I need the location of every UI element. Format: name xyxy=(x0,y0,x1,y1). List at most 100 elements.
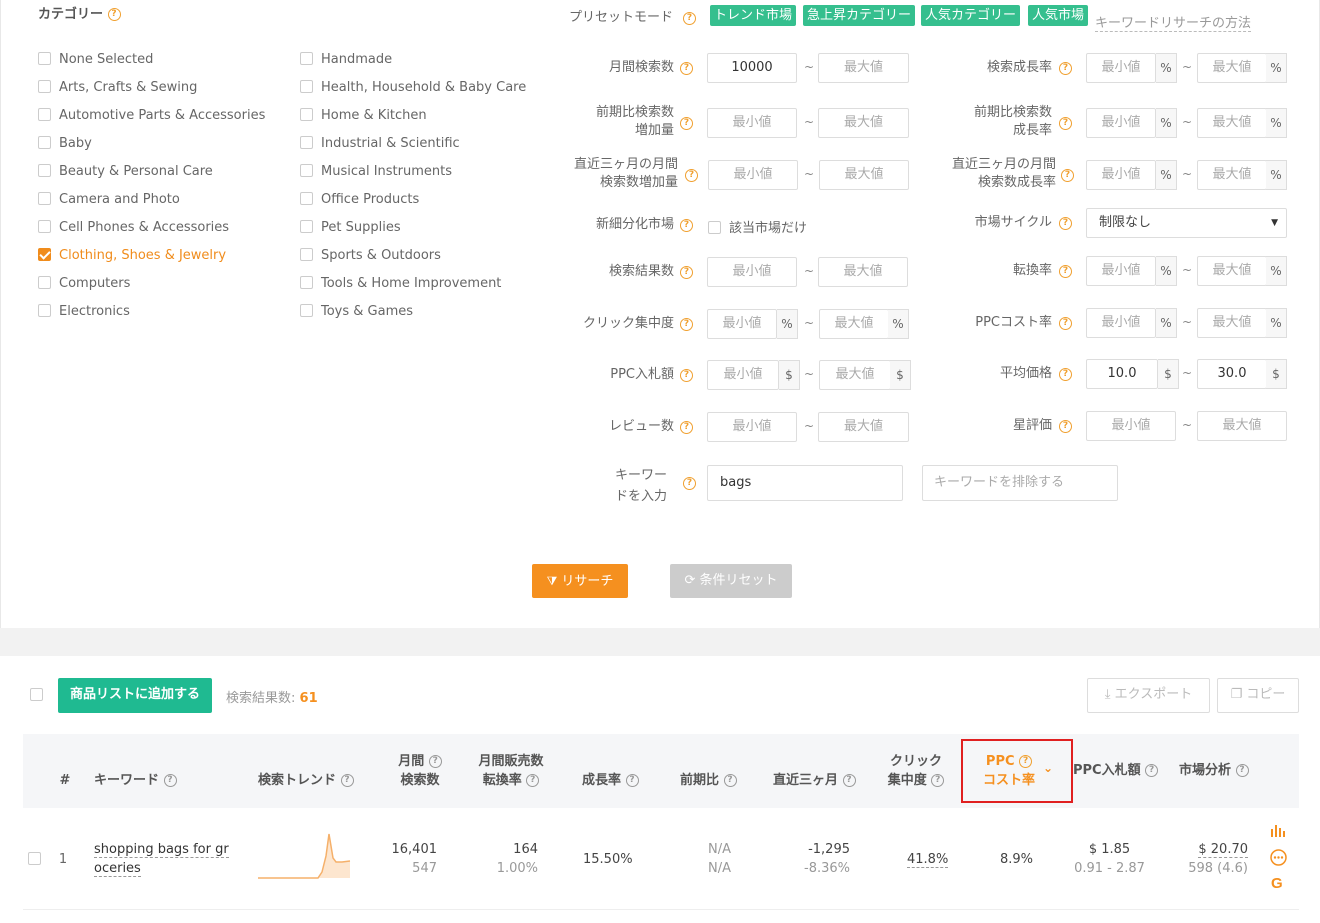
help-icon[interactable]: ? xyxy=(1061,169,1074,182)
research-help-link[interactable]: キーワードリサーチの方法 xyxy=(1095,12,1252,32)
checkbox-checked-icon[interactable] xyxy=(38,248,51,261)
category-handmade[interactable]: Handmade xyxy=(300,52,526,80)
category-baby[interactable]: Baby xyxy=(38,136,265,164)
checkbox-icon[interactable] xyxy=(708,221,721,234)
category-cellphones[interactable]: Cell Phones & Accessories xyxy=(38,220,265,248)
category-pet[interactable]: Pet Supplies xyxy=(300,220,526,248)
preset-tag-popular-category[interactable]: 人気カテゴリー xyxy=(921,5,1021,26)
help-icon[interactable]: ? xyxy=(1059,117,1072,130)
category-electronics[interactable]: Electronics xyxy=(38,304,265,332)
checkbox-icon[interactable] xyxy=(300,108,313,121)
help-icon[interactable]: ? xyxy=(1145,764,1159,777)
help-icon[interactable]: ? xyxy=(107,8,121,21)
checkbox-icon[interactable] xyxy=(38,136,51,149)
preset-tag-rising[interactable]: 急上昇カテゴリー xyxy=(803,5,916,26)
star-rating-min-input[interactable]: 最小値 xyxy=(1086,411,1176,441)
search-growth-max-input[interactable]: 最大値 xyxy=(1197,53,1267,83)
col-keyword[interactable]: キーワード ? xyxy=(94,771,177,790)
checkbox-icon[interactable] xyxy=(300,80,313,93)
bar-chart-icon[interactable] xyxy=(1270,823,1286,837)
category-toys[interactable]: Toys & Games xyxy=(300,304,526,332)
ppc-bid-min-input[interactable]: 最小値 xyxy=(707,360,779,390)
help-icon[interactable]: ? xyxy=(680,318,693,331)
copy-button[interactable]: ❐ コピー xyxy=(1217,678,1299,713)
help-icon[interactable]: ? xyxy=(1235,764,1249,777)
category-industrial[interactable]: Industrial & Scientific xyxy=(300,136,526,164)
help-icon[interactable]: ? xyxy=(680,117,693,130)
col-ppc-bid[interactable]: PPC入札額 ? xyxy=(1073,761,1159,780)
more-options-icon[interactable] xyxy=(1270,849,1287,866)
category-computers[interactable]: Computers xyxy=(38,276,265,304)
help-icon[interactable]: ? xyxy=(1019,755,1033,768)
google-search-icon[interactable]: G xyxy=(1271,875,1283,892)
ppc-cost-max-input[interactable]: 最大値 xyxy=(1197,308,1267,338)
research-button[interactable]: ⧩ リサーチ xyxy=(532,564,628,598)
search-growth-min-input[interactable]: 最小値 xyxy=(1086,53,1156,83)
q3-search-growth-min-input[interactable]: 最小値 xyxy=(1086,160,1156,190)
help-icon[interactable]: ? xyxy=(680,62,693,75)
help-icon[interactable]: ? xyxy=(680,369,693,382)
checkbox-icon[interactable] xyxy=(300,164,313,177)
avg-price-max-input[interactable]: 30.0 xyxy=(1197,359,1267,389)
help-icon[interactable]: ? xyxy=(680,421,693,434)
category-home[interactable]: Home & Kitchen xyxy=(300,108,526,136)
ppc-cost-min-input[interactable]: 最小値 xyxy=(1086,308,1156,338)
category-office[interactable]: Office Products xyxy=(300,192,526,220)
category-clothing[interactable]: Clothing, Shoes & Jewelry xyxy=(38,248,265,276)
category-musical[interactable]: Musical Instruments xyxy=(300,164,526,192)
help-icon[interactable]: ? xyxy=(428,755,442,768)
row-checkbox[interactable] xyxy=(28,852,41,865)
star-rating-max-input[interactable]: 最大値 xyxy=(1197,411,1287,441)
click-conc-max-input[interactable]: 最大値 xyxy=(819,309,889,339)
row-keyword-link[interactable]: shopping bags for gr oceries xyxy=(94,840,229,878)
col-prev[interactable]: 前期比 ? xyxy=(680,771,737,790)
prev-search-growth-max-input[interactable]: 最大値 xyxy=(1197,108,1267,138)
checkbox-icon[interactable] xyxy=(38,108,51,121)
help-icon[interactable]: ? xyxy=(680,266,693,279)
review-count-min-input[interactable]: 最小値 xyxy=(707,412,797,442)
monthly-search-min-input[interactable]: 10000 xyxy=(707,53,797,83)
col-growth[interactable]: 成長率 ? xyxy=(582,771,639,790)
checkbox-icon[interactable] xyxy=(38,276,51,289)
col-trend[interactable]: 検索トレンド ? xyxy=(258,771,354,790)
col-monthly-sales[interactable]: 月間販売数 転換率 ? xyxy=(474,752,548,790)
checkbox-icon[interactable] xyxy=(300,136,313,149)
reset-button[interactable]: ⟳ 条件リセット xyxy=(670,564,792,598)
help-icon[interactable]: ? xyxy=(931,774,945,787)
checkbox-icon[interactable] xyxy=(300,304,313,317)
category-beauty[interactable]: Beauty & Personal Care xyxy=(38,164,265,192)
export-button[interactable]: ⤓ エクスポート xyxy=(1087,678,1210,713)
checkbox-icon[interactable] xyxy=(38,164,51,177)
help-icon[interactable]: ? xyxy=(680,219,693,232)
help-icon[interactable]: ? xyxy=(625,774,639,787)
help-icon[interactable]: ? xyxy=(1059,62,1072,75)
checkbox-icon[interactable] xyxy=(300,248,313,261)
help-icon[interactable]: ? xyxy=(1059,217,1072,230)
preset-tag-trend[interactable]: トレンド市場 xyxy=(710,5,797,26)
help-icon[interactable]: ? xyxy=(163,774,177,787)
category-health[interactable]: Health, Household & Baby Care xyxy=(300,80,526,108)
help-icon[interactable]: ? xyxy=(683,477,696,490)
conversion-min-input[interactable]: 最小値 xyxy=(1086,256,1156,286)
checkbox-icon[interactable] xyxy=(38,304,51,317)
row-click-conc[interactable]: 41.8% xyxy=(907,850,949,869)
new-market-only-checkbox[interactable]: 該当市場だけ xyxy=(708,217,807,236)
checkbox-icon[interactable] xyxy=(38,192,51,205)
category-arts[interactable]: Arts, Crafts & Sewing xyxy=(38,80,265,108)
keyword-input[interactable]: bags xyxy=(707,465,903,501)
help-icon[interactable]: ? xyxy=(340,774,354,787)
checkbox-icon[interactable] xyxy=(300,52,313,65)
col-click-conc[interactable]: クリック 集中度 ? xyxy=(886,752,946,790)
click-conc-min-input[interactable]: 最小値 xyxy=(707,309,777,339)
help-icon[interactable]: ? xyxy=(683,12,696,25)
preset-tag-popular-market[interactable]: 人気市場 xyxy=(1028,5,1089,26)
category-camera[interactable]: Camera and Photo xyxy=(38,192,265,220)
add-to-list-button[interactable]: 商品リストに追加する xyxy=(58,678,212,713)
category-tools[interactable]: Tools & Home Improvement xyxy=(300,276,526,304)
checkbox-icon[interactable] xyxy=(38,52,51,65)
category-sports[interactable]: Sports & Outdoors xyxy=(300,248,526,276)
category-automotive[interactable]: Automotive Parts & Accessories xyxy=(38,108,265,136)
checkbox-icon[interactable] xyxy=(38,220,51,233)
category-none-selected[interactable]: None Selected xyxy=(38,52,265,80)
checkbox-icon[interactable] xyxy=(300,192,313,205)
